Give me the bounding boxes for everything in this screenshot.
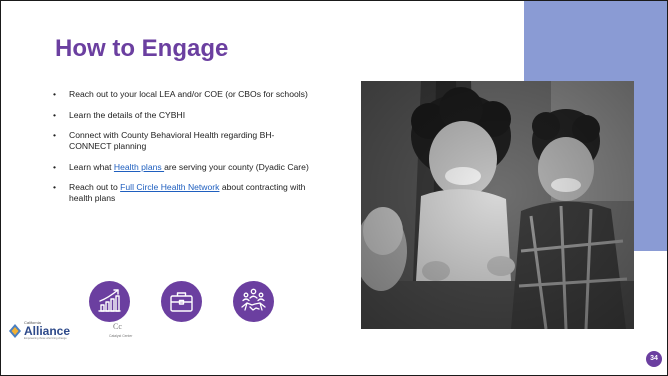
bullet-text: Learn what: [69, 161, 114, 172]
bullet-text: Learn the details of the CYBHI: [69, 109, 186, 120]
list-item: • Reach out to your local LEA and/or COE…: [51, 89, 311, 100]
full-circle-health-network-link[interactable]: Full Circle Health Network: [120, 182, 219, 192]
page-number-badge: 34: [646, 351, 662, 367]
icon-row: [89, 281, 274, 323]
bullet-dot: •: [53, 89, 57, 99]
bullet-text: Reach out to your local LEA and/or COE (…: [69, 89, 308, 99]
bullet-text: are serving your county (Dyadic Care): [164, 161, 309, 172]
partnership-handshake-icon: [233, 281, 274, 322]
logo2-mark: Cc: [113, 322, 122, 331]
bullet-dot: •: [53, 161, 57, 172]
list-item: • Connect with County Behavioral Health …: [51, 130, 311, 152]
growth-chart-icon: [89, 281, 130, 322]
california-alliance-logo: California Alliance Empowering those who…: [7, 319, 107, 343]
bullet-text: Connect with County Behavioral Health re…: [69, 130, 275, 151]
list-item: • Reach out to Full Circle Health Networ…: [51, 182, 311, 204]
bullet-dot: •: [53, 182, 57, 192]
catalyst-center-logo: Cc Catalyst Center: [109, 319, 141, 343]
list-item: • Learn what Health plans are serving yo…: [51, 162, 311, 173]
list-item: • Learn the details of the CYBHI: [51, 110, 311, 121]
bullet-dot: •: [53, 130, 57, 140]
page-title: How to Engage: [55, 35, 229, 62]
slide: How to Engage • Reach out to your local …: [0, 0, 668, 376]
logo-tagline: Empowering those who bring change: [24, 337, 67, 340]
logo-text: Alliance: [24, 324, 71, 338]
bullet-list: • Reach out to your local LEA and/or COE…: [51, 89, 311, 214]
briefcase-icon: [161, 281, 202, 322]
health-plans-link[interactable]: Health plans: [114, 162, 164, 172]
bullet-dot: •: [53, 109, 57, 120]
children-photo: [361, 81, 634, 329]
logo2-text: Catalyst Center: [109, 334, 133, 338]
bullet-text: Reach out to: [69, 182, 121, 192]
